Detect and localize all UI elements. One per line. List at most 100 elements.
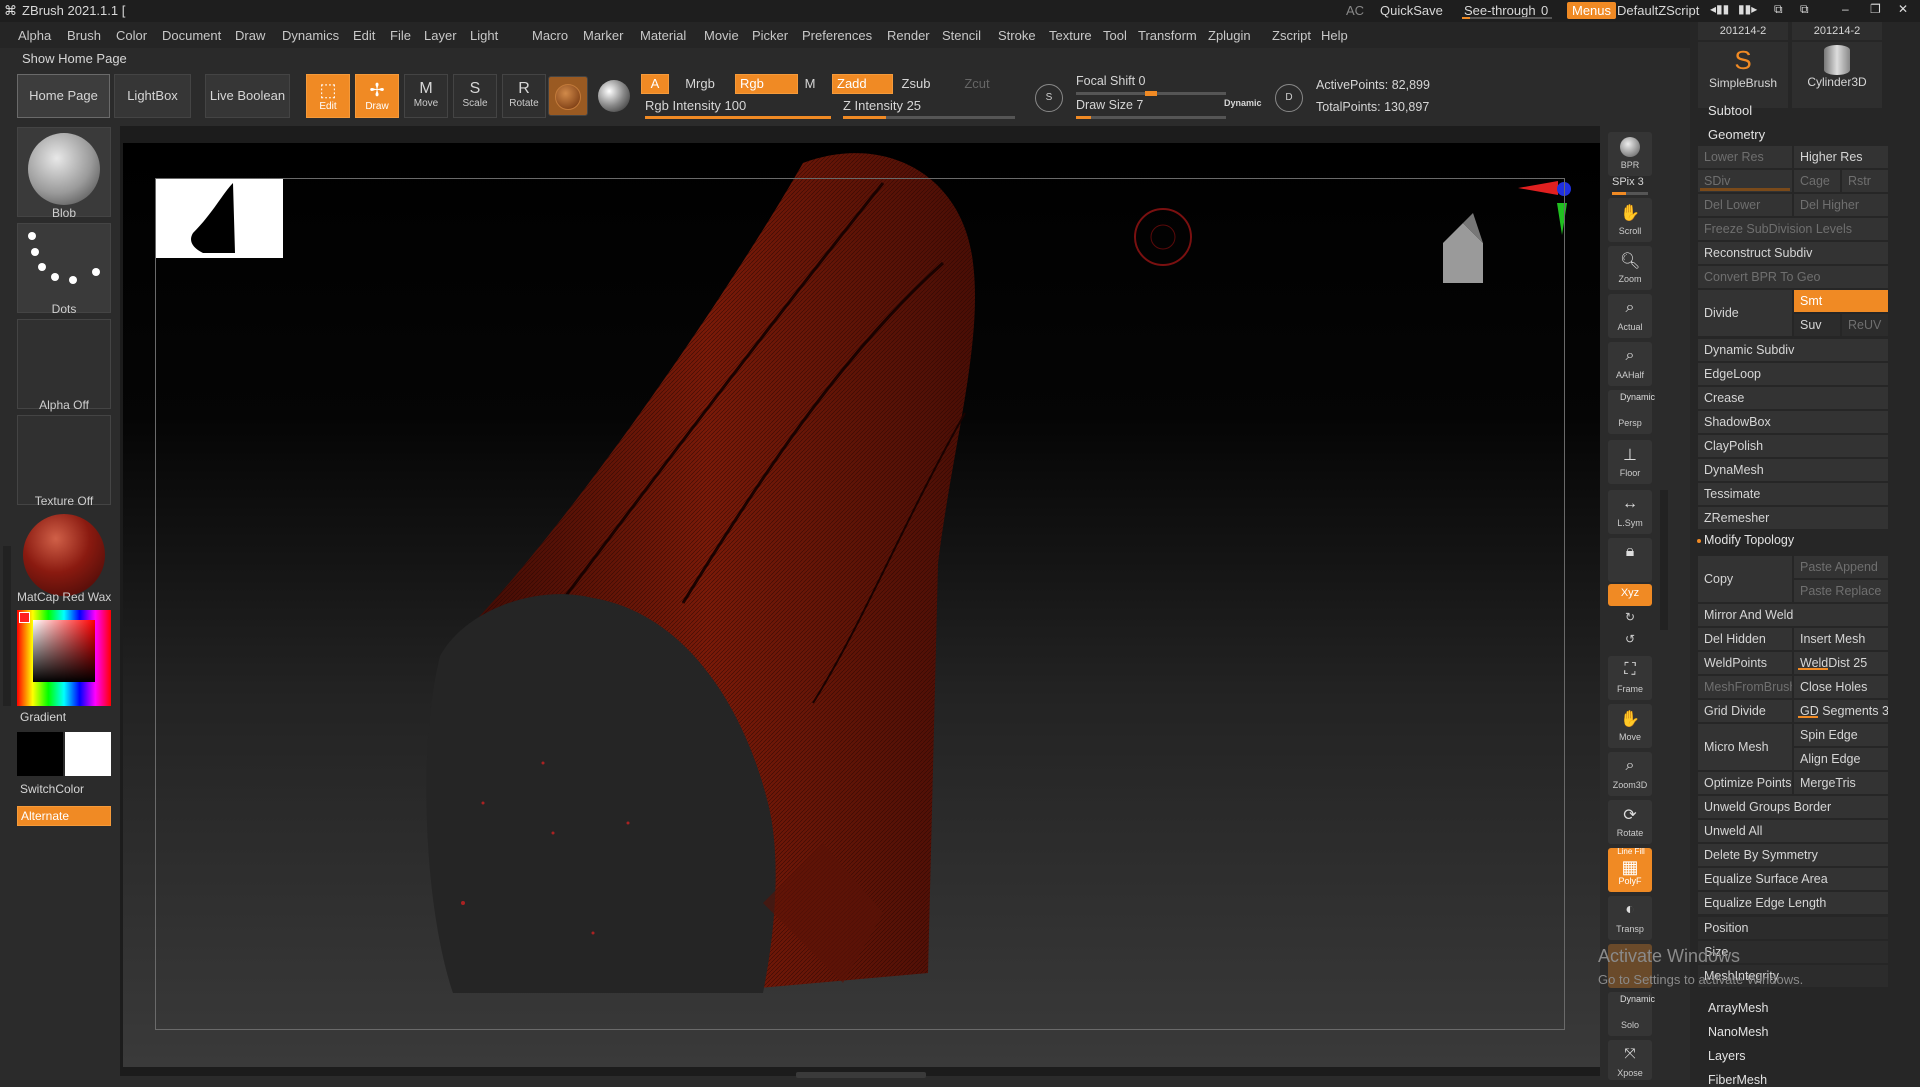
solo-button[interactable]: Dynamic Solo xyxy=(1608,992,1655,1036)
equalize-surface-area-button[interactable]: Equalize Surface Area xyxy=(1698,868,1888,890)
mergetris-button[interactable]: MergeTris xyxy=(1794,772,1888,794)
focal-s-icon[interactable]: S xyxy=(1035,84,1063,112)
close-icon[interactable]: ✕ xyxy=(1898,2,1908,16)
crease-section[interactable]: Crease xyxy=(1698,387,1888,409)
spix-label[interactable]: SPix 3 xyxy=(1612,176,1644,188)
restore-icon[interactable]: ❐ xyxy=(1870,2,1881,16)
menu-dynamics[interactable]: Dynamics xyxy=(282,28,339,43)
modify-topology-header[interactable]: Modify Topology xyxy=(1704,533,1794,547)
del-lower-button[interactable]: Del Lower xyxy=(1698,194,1792,216)
edit-button[interactable]: ⬚ Edit xyxy=(306,74,350,118)
paste-replace-button[interactable]: Paste Replace xyxy=(1794,580,1888,602)
grid-divide-button[interactable]: Grid Divide xyxy=(1698,700,1792,722)
transp-button[interactable]: ◐ Transp xyxy=(1608,896,1652,940)
edgeloop-section[interactable]: EdgeLoop xyxy=(1698,363,1888,385)
window2-icon[interactable]: ⧉ xyxy=(1800,2,1809,17)
lightbox-button[interactable]: LightBox xyxy=(114,74,191,118)
see-through-label[interactable]: See-through xyxy=(1464,3,1536,18)
zoom3d-button[interactable]: ⌕ Zoom3D xyxy=(1608,752,1652,796)
reuv-button[interactable]: ReUV xyxy=(1842,314,1888,336)
left-tray-handle[interactable] xyxy=(3,546,11,706)
see-through-slider[interactable] xyxy=(1462,17,1552,19)
m-button[interactable]: M xyxy=(800,74,820,94)
move-button[interactable]: M Move xyxy=(404,74,448,118)
xpose-button[interactable]: ⤧ Xpose xyxy=(1608,1040,1652,1080)
paste-append-button[interactable]: Paste Append xyxy=(1794,556,1888,578)
menu-file[interactable]: File xyxy=(390,28,411,43)
scroll-button[interactable]: ✋ Scroll xyxy=(1608,198,1652,242)
frame-button[interactable]: ⛶ Frame xyxy=(1608,656,1652,700)
xyz-button[interactable]: Xyz xyxy=(1608,584,1652,606)
focal-shift-slider[interactable] xyxy=(1076,91,1226,96)
switch-color-label[interactable]: SwitchColor xyxy=(20,782,84,796)
zadd-button[interactable]: Zadd xyxy=(832,74,893,94)
rotate-button[interactable]: R Rotate xyxy=(502,74,546,118)
menu-layer[interactable]: Layer xyxy=(424,28,457,43)
menus-button[interactable]: Menus xyxy=(1567,2,1617,19)
claypolish-section[interactable]: ClayPolish xyxy=(1698,435,1888,457)
material-swatch-button[interactable] xyxy=(548,76,588,116)
geometry-header[interactable]: Geometry xyxy=(1708,127,1765,142)
micro-mesh-button[interactable]: Micro Mesh xyxy=(1698,724,1792,770)
spin-edge-button[interactable]: Spin Edge xyxy=(1794,724,1888,746)
smt-toggle[interactable]: Smt xyxy=(1794,290,1888,312)
copy-button[interactable]: Copy xyxy=(1698,556,1792,602)
optimize-points-button[interactable]: Optimize Points xyxy=(1698,772,1792,794)
menu-macro[interactable]: Macro xyxy=(532,28,568,43)
zoom-button[interactable]: 🔍︎ Zoom xyxy=(1608,246,1652,290)
menu-light[interactable]: Light xyxy=(470,28,498,43)
reconstruct-subdiv-button[interactable]: Reconstruct Subdiv xyxy=(1698,242,1888,264)
material-thumbnail[interactable] xyxy=(17,511,111,601)
gd-segments-slider[interactable]: GD Segments 3 xyxy=(1794,700,1888,722)
shadowbox-section[interactable]: ShadowBox xyxy=(1698,411,1888,433)
fibermesh-header[interactable]: FiberMesh xyxy=(1708,1073,1767,1087)
equalize-edge-length-button[interactable]: Equalize Edge Length xyxy=(1698,892,1888,914)
del-higher-button[interactable]: Del Higher xyxy=(1794,194,1888,216)
alpha-thumbnail[interactable] xyxy=(17,319,111,409)
rotate-axis-z-icon[interactable]: ↺ xyxy=(1608,630,1652,650)
persp-button[interactable]: Dynamic Persp xyxy=(1608,390,1655,434)
pan-icon[interactable]: ◂▮▮ xyxy=(1710,2,1729,16)
menu-help[interactable]: Help xyxy=(1321,28,1348,43)
higher-res-button[interactable]: Higher Res xyxy=(1794,146,1888,168)
actual-button[interactable]: ⌕ Actual xyxy=(1608,294,1652,338)
rgb-intensity-slider[interactable] xyxy=(645,116,831,119)
brush-sphere-icon[interactable] xyxy=(598,80,630,112)
axis-gizmo-x[interactable] xyxy=(1518,181,1558,195)
arraymesh-header[interactable]: ArrayMesh xyxy=(1708,1001,1768,1015)
alternate-button[interactable]: Alternate xyxy=(17,806,111,826)
a-button[interactable]: A xyxy=(641,74,669,94)
draw-size-slider[interactable] xyxy=(1076,116,1226,119)
menu-stencil[interactable]: Stencil xyxy=(942,28,981,43)
menu-tool[interactable]: Tool xyxy=(1103,28,1127,43)
tessimate-section[interactable]: Tessimate xyxy=(1698,483,1888,505)
z-intensity-slider[interactable] xyxy=(843,116,1015,119)
zremesher-section[interactable]: ZRemesher xyxy=(1698,507,1888,529)
script-name[interactable]: DefaultZScript xyxy=(1617,3,1699,18)
mrgb-button[interactable]: Mrgb xyxy=(672,74,728,94)
show-home-page-label[interactable]: Show Home Page xyxy=(22,51,127,66)
menu-edit[interactable]: Edit xyxy=(353,28,375,43)
draw-button[interactable]: ✢ Draw xyxy=(355,74,399,118)
menu-alpha[interactable]: Alpha xyxy=(18,28,51,43)
menu-color[interactable]: Color xyxy=(116,28,147,43)
freeze-subdivision-button[interactable]: Freeze SubDivision Levels xyxy=(1698,218,1888,240)
spix-slider[interactable] xyxy=(1612,192,1648,195)
close-holes-button[interactable]: Close Holes xyxy=(1794,676,1888,698)
minimize-icon[interactable]: – xyxy=(1842,2,1849,16)
menu-movie[interactable]: Movie xyxy=(704,28,739,43)
window-icon[interactable]: ⧉ xyxy=(1774,2,1783,17)
welddist-slider[interactable]: WeldDist 25 xyxy=(1794,652,1888,674)
axis-gizmo-z[interactable] xyxy=(1557,182,1571,196)
brush-thumbnail[interactable] xyxy=(17,127,111,217)
primary-color-swatch[interactable] xyxy=(17,732,63,776)
menu-stroke[interactable]: Stroke xyxy=(998,28,1036,43)
menu-zscript[interactable]: Zscript xyxy=(1272,28,1311,43)
menu-render[interactable]: Render xyxy=(887,28,930,43)
right-tray-handle[interactable] xyxy=(1660,490,1668,630)
gradient-label[interactable]: Gradient xyxy=(20,710,66,724)
unweld-all-button[interactable]: Unweld All xyxy=(1698,820,1888,842)
axis-gizmo-y[interactable] xyxy=(1557,203,1567,235)
lower-res-button[interactable]: Lower Res xyxy=(1698,146,1792,168)
divide-button[interactable]: Divide xyxy=(1698,290,1792,336)
